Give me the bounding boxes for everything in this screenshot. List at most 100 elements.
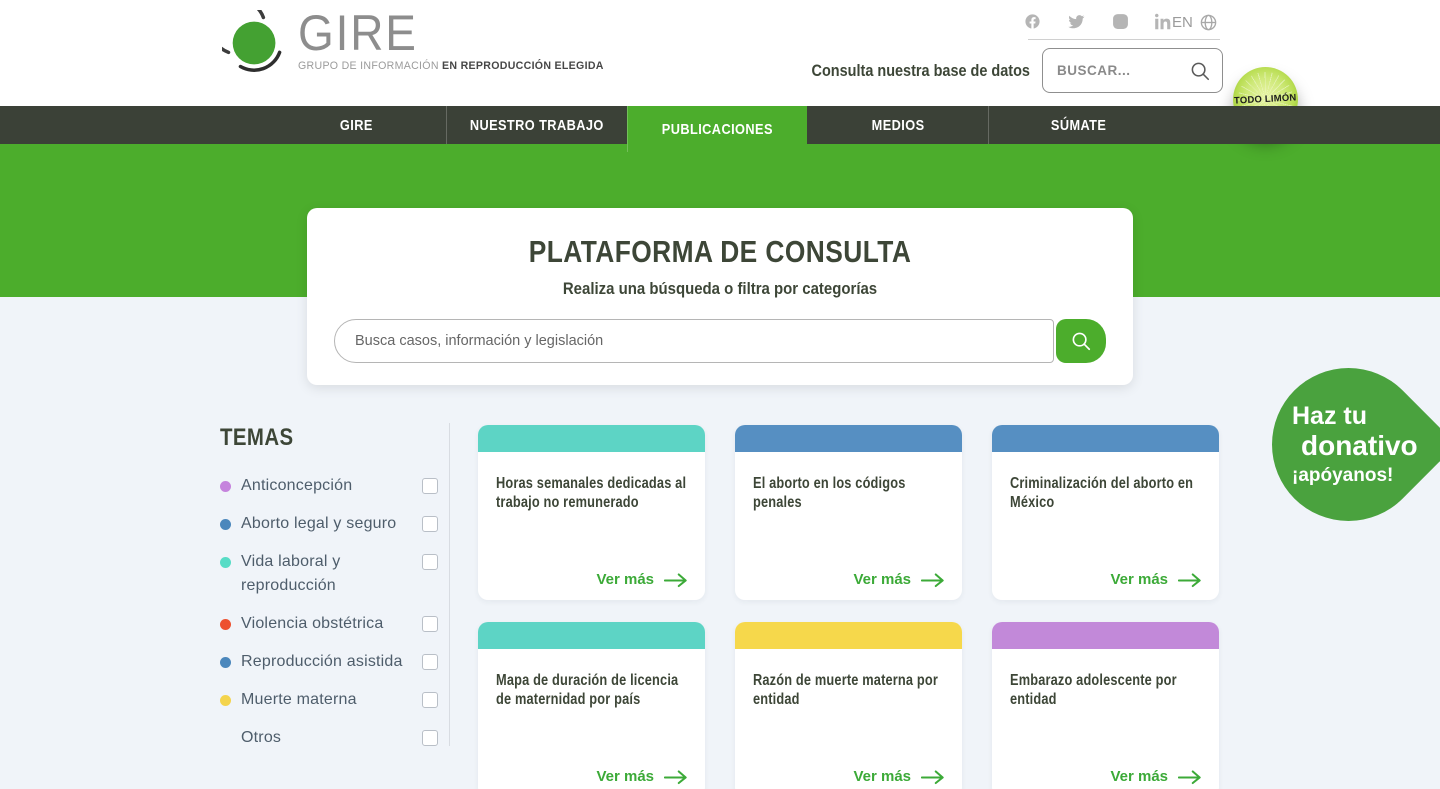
topic-dot [220, 695, 231, 706]
ver-mas-label: Ver más [596, 768, 654, 785]
topic-label: Anticoncepción [241, 474, 416, 498]
ver-mas-link[interactable]: Ver más [596, 571, 688, 588]
topic-dot [220, 619, 231, 630]
topic-checkbox[interactable] [422, 692, 438, 708]
search-icon[interactable] [1189, 60, 1211, 82]
nav-items: GIRE NUESTRO TRABAJO PUBLICACIONES MEDIO… [267, 106, 1168, 144]
facebook-link[interactable] [1024, 13, 1041, 30]
nav-item-label: SÚMATE [1051, 117, 1106, 134]
topic-label: Reproducción asistida [241, 650, 416, 674]
topic-row-reproduccion-asistida: Reproducción asistida [220, 650, 438, 674]
consulta-card: PLATAFORMA DE CONSULTA Realiza una búsqu… [307, 208, 1133, 385]
card-title: Horas semanales dedicadas al trabajo no … [496, 474, 688, 512]
ver-mas-label: Ver más [853, 571, 911, 588]
card-title: Embarazo adolescente por entidad [1010, 671, 1202, 709]
language-label: EN [1172, 14, 1193, 31]
topic-checkbox[interactable] [422, 654, 438, 670]
topic-row-muerte-materna: Muerte materna [220, 688, 438, 712]
publications-grid: Horas semanales dedicadas al trabajo no … [478, 425, 1219, 789]
topic-row-vida-laboral: Vida laboral y reproducción [220, 550, 438, 598]
topic-dot [220, 519, 231, 530]
nav-item-nuestro-trabajo[interactable]: NUESTRO TRABAJO [446, 106, 626, 144]
publication-card: Mapa de duración de licencia de maternid… [478, 622, 705, 789]
publication-card: Criminalización del aborto en México Ver… [992, 425, 1219, 600]
ver-mas-link[interactable]: Ver más [596, 768, 688, 785]
todo-limon-label: TODO LIMÓN [1234, 92, 1297, 106]
brand-tagline-regular: GRUPO DE INFORMACIÓN [298, 60, 439, 72]
language-switcher[interactable]: EN [1172, 13, 1218, 32]
donation-line2: donativo [1301, 431, 1425, 460]
ver-mas-link[interactable]: Ver más [1110, 768, 1202, 785]
publication-card: Horas semanales dedicadas al trabajo no … [478, 425, 705, 600]
page-title: PLATAFORMA DE CONSULTA [369, 234, 1071, 270]
instagram-link[interactable] [1112, 13, 1129, 30]
donation-line3: ¡apóyanos! [1292, 466, 1425, 486]
topic-label: Otros [241, 726, 416, 750]
social-links [1024, 13, 1172, 30]
ver-mas-label: Ver más [1110, 571, 1168, 588]
arrow-right-icon [1178, 572, 1202, 588]
topic-row-violencia-obstetrica: Violencia obstétrica [220, 612, 438, 636]
topic-checkbox[interactable] [422, 478, 438, 494]
nav-item-publicaciones[interactable]: PUBLICACIONES [627, 106, 807, 152]
header: GIRE GRUPO DE INFORMACIÓN EN REPRODUCCIÓ… [0, 0, 1440, 106]
card-title: Razón de muerte materna por entidad [753, 671, 945, 709]
hero-search-box [334, 319, 1106, 363]
topic-label: Muerte materna [241, 688, 416, 712]
search-icon [1070, 330, 1092, 352]
header-search-box [1042, 48, 1223, 93]
card-color-strip [478, 425, 705, 452]
ver-mas-link[interactable]: Ver más [853, 768, 945, 785]
linkedin-link[interactable] [1155, 13, 1172, 30]
arrow-right-icon [664, 769, 688, 785]
nav-item-label: GIRE [340, 117, 373, 134]
card-color-strip [478, 622, 705, 649]
page-subtitle: Realiza una búsqueda o filtra por catego… [357, 279, 1084, 299]
logo-text: GIRE GRUPO DE INFORMACIÓN EN REPRODUCCIÓ… [298, 10, 604, 72]
facebook-icon [1024, 13, 1041, 30]
donation-text: Haz tu donativo ¡apóyanos! [1272, 368, 1425, 521]
nav-item-label: PUBLICACIONES [662, 121, 773, 138]
globe-icon [1199, 13, 1218, 32]
hero-search-input[interactable] [334, 319, 1054, 363]
arrow-right-icon [664, 572, 688, 588]
ver-mas-link[interactable]: Ver más [1110, 571, 1202, 588]
card-title: Mapa de duración de licencia de maternid… [496, 671, 688, 709]
publication-card: El aborto en los códigos penales Ver más [735, 425, 962, 600]
topics-sidebar: TEMAS Anticoncepción Aborto legal y segu… [220, 424, 438, 764]
topic-checkbox[interactable] [422, 730, 438, 746]
topic-dot [220, 557, 231, 568]
topic-row-anticoncepcion: Anticoncepción [220, 474, 438, 498]
arrow-right-icon [921, 769, 945, 785]
arrow-right-icon [1178, 769, 1202, 785]
nav-item-medios[interactable]: MEDIOS [807, 106, 987, 144]
topic-row-otros: Otros [220, 726, 438, 750]
hero-search-button[interactable] [1056, 319, 1106, 363]
nav-item-gire[interactable]: GIRE [267, 106, 446, 144]
topic-checkbox[interactable] [422, 554, 438, 570]
topic-dot [220, 733, 231, 744]
publication-card: Razón de muerte materna por entidad Ver … [735, 622, 962, 789]
gire-logo[interactable]: GIRE GRUPO DE INFORMACIÓN EN REPRODUCCIÓ… [222, 10, 604, 78]
topic-list: Anticoncepción Aborto legal y seguro Vid… [220, 474, 438, 750]
donation-line1: Haz tu [1292, 403, 1425, 429]
ver-mas-label: Ver más [1110, 768, 1168, 785]
nav-item-sumate[interactable]: SÚMATE [988, 106, 1168, 144]
database-cta-label: Consulta nuestra base de datos [812, 61, 1030, 81]
topic-checkbox[interactable] [422, 616, 438, 632]
brand-tagline: GRUPO DE INFORMACIÓN EN REPRODUCCIÓN ELE… [298, 60, 604, 72]
topic-dot [220, 481, 231, 492]
header-divider [1028, 39, 1220, 40]
sidebar-divider [449, 423, 450, 746]
topic-checkbox[interactable] [422, 516, 438, 532]
topic-dot [220, 657, 231, 668]
ver-mas-link[interactable]: Ver más [853, 571, 945, 588]
nav-item-label: MEDIOS [871, 117, 924, 134]
main-nav: GIRE NUESTRO TRABAJO PUBLICACIONES MEDIO… [0, 106, 1440, 144]
topics-heading: TEMAS [220, 424, 405, 452]
ver-mas-label: Ver más [853, 768, 911, 785]
twitter-link[interactable] [1067, 13, 1086, 30]
brand-name: GIRE [298, 10, 579, 57]
publication-card: Embarazo adolescente por entidad Ver más [992, 622, 1219, 789]
header-search-input[interactable] [1043, 63, 1189, 78]
